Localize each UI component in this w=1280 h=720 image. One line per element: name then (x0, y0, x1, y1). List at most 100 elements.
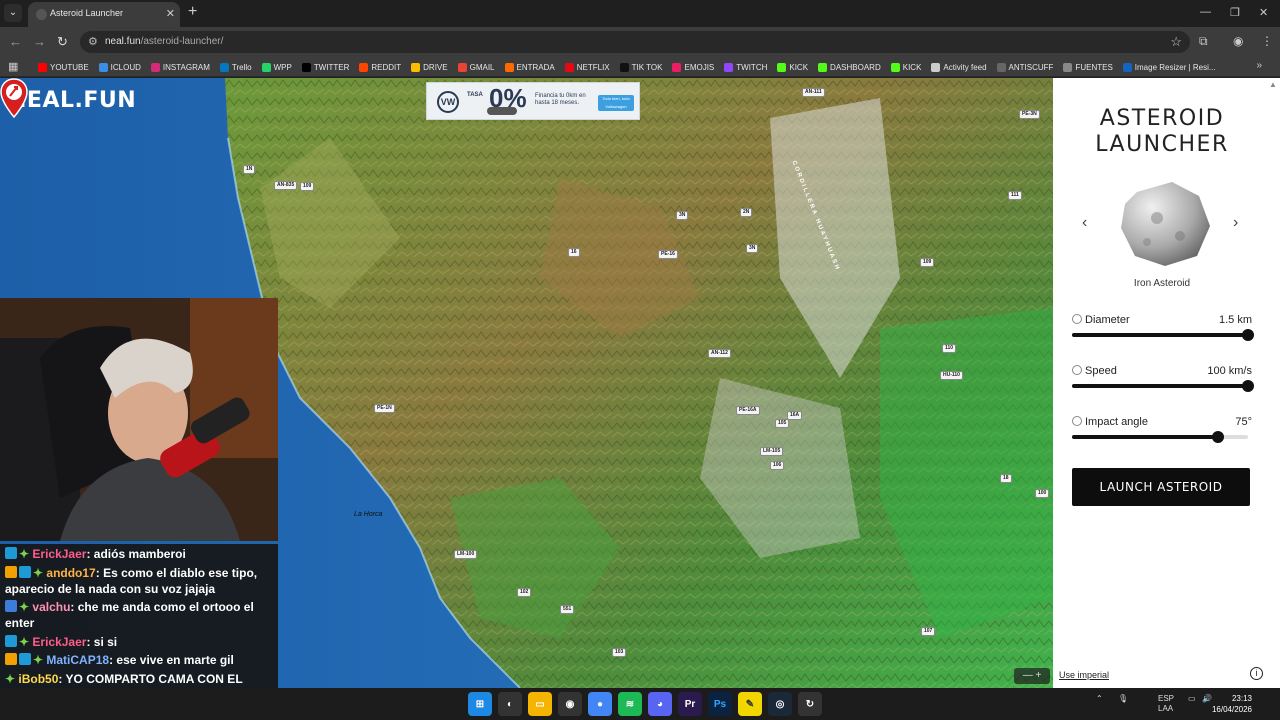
chat-username[interactable]: valchu (32, 600, 70, 614)
slider-thumb[interactable] (1242, 329, 1254, 341)
forward-icon[interactable]: → (33, 34, 46, 49)
road-shield: 109 (920, 258, 935, 267)
start-menu-icon[interactable]: ⊞ (468, 692, 492, 716)
bookmark-item[interactable]: KICK (890, 62, 921, 72)
back-icon[interactable]: ← (9, 34, 22, 49)
bookmark-item[interactable]: FUENTES (1063, 62, 1113, 72)
tab-active[interactable]: Asteroid Launcher ✕ (28, 2, 180, 27)
microphone-icon[interactable]: 🎙 (1118, 694, 1128, 703)
previous-asteroid-button[interactable]: ‹ (1082, 214, 1087, 232)
spotify-icon[interactable]: ≋ (618, 692, 642, 716)
premiere-icon[interactable]: Pr (678, 692, 702, 716)
reload-icon[interactable]: ↻ (57, 34, 68, 50)
network-icon[interactable]: ▭ (1188, 694, 1196, 703)
bookmark-item[interactable]: EMOJIS (672, 62, 714, 72)
bookmark-item[interactable]: WPP (261, 62, 292, 72)
address-bar[interactable]: ⚙ neal.fun/asteroid-launcher/ ☆ (80, 31, 1190, 53)
bookmark-item[interactable]: INSTAGRAM (150, 62, 210, 72)
bookmark-item[interactable]: DRIVE (411, 62, 448, 72)
bookmark-item[interactable]: TWITCH (724, 62, 767, 72)
chrome-icon[interactable]: ● (588, 692, 612, 716)
new-tab-icon[interactable]: + (188, 4, 197, 20)
language-indicator[interactable]: ESP LAA (1158, 694, 1174, 714)
chat-badge-icon (19, 565, 31, 578)
road-shield: 3N (676, 211, 689, 220)
chat-badge-icon (19, 653, 31, 665)
bookmark-item[interactable]: Trello (219, 62, 252, 72)
bookmark-item[interactable]: ANTISCUFF (996, 62, 1053, 72)
verified-badge-icon: ✦ (33, 565, 47, 580)
maximize-icon[interactable]: ❐ (1230, 6, 1240, 19)
impact-location-pin-icon[interactable] (0, 78, 28, 118)
next-asteroid-button[interactable]: › (1233, 214, 1238, 232)
slider-thumb[interactable] (1242, 380, 1254, 392)
bookmark-item[interactable]: ICLOUD (98, 62, 141, 72)
advertisement-banner[interactable]: VW TASA 0% Financia tu 0km en hasta 18 m… (426, 82, 640, 120)
chat-username[interactable]: MatiCAP18 (46, 653, 109, 667)
slider-track[interactable] (1072, 431, 1248, 443)
bookmark-star-icon[interactable]: ☆ (1170, 34, 1182, 50)
window-close-icon[interactable]: ✕ (1259, 6, 1268, 19)
bookmark-item[interactable]: KICK (777, 62, 808, 72)
close-icon[interactable]: ✕ (166, 7, 175, 20)
file-explorer-icon[interactable]: ▭ (528, 692, 552, 716)
obs-icon[interactable]: ◉ (558, 692, 582, 716)
app-icon[interactable]: ↻ (798, 692, 822, 716)
extensions-icon[interactable]: ⧉ (1199, 34, 1208, 49)
tab-search-icon[interactable]: ⌄ (4, 4, 22, 22)
use-imperial-link[interactable]: Use imperial (1059, 670, 1109, 680)
bookmark-item[interactable]: Image Resizer | Resi... (1122, 62, 1216, 72)
slider-track[interactable] (1072, 329, 1254, 341)
bookmark-item[interactable]: REDDIT (359, 62, 401, 72)
widgets-icon[interactable]: ◐ (498, 692, 522, 716)
bookmark-item[interactable]: TIK TOK (619, 62, 662, 72)
bookmark-favicon-icon (98, 62, 108, 72)
photoshop-icon[interactable]: Ps (708, 692, 732, 716)
bookmarks-bar: ▦ YOUTUBE ICLOUD INSTAGRAM Trello WPP TWITTER… (0, 57, 1280, 77)
chat-username[interactable]: ErickJaer (32, 547, 86, 561)
asteroid-name: Iron Asteroid (1133, 278, 1191, 289)
site-info-icon[interactable]: ⚙ (88, 35, 98, 48)
bookmark-item[interactable]: ENTRADA (504, 62, 555, 72)
ad-cta-button[interactable]: Todo bien, todo Volkswagen (598, 95, 634, 111)
slider-thumb[interactable] (1212, 431, 1225, 443)
more-bookmarks-icon[interactable]: » (1256, 60, 1262, 71)
bookmark-favicon-icon (619, 62, 629, 72)
terrain-map[interactable]: NEAL.FUN VW TASA 0% Financia tu 0km en h… (0, 78, 1053, 688)
launch-asteroid-button[interactable]: LAUNCH ASTEROID (1072, 468, 1250, 506)
discord-icon[interactable]: ◕ (648, 692, 672, 716)
profile-icon[interactable]: ◉ (1233, 34, 1243, 48)
road-shield: 551 (560, 605, 575, 614)
bookmark-item[interactable]: NETFLIX (564, 62, 610, 72)
volume-icon[interactable]: 🔊 (1202, 694, 1212, 703)
tray-overflow-icon[interactable]: ⌃ (1096, 694, 1103, 703)
minimize-icon[interactable]: — (1200, 6, 1211, 18)
map-zoom-controls[interactable]: — + (1014, 668, 1050, 684)
bookmark-item[interactable]: DASHBOARD (818, 62, 881, 72)
system-clock[interactable]: 23:13 16/04/2026 (1212, 693, 1252, 715)
chat-badge-icon (5, 600, 17, 612)
bookmark-item[interactable]: Activity feed (931, 62, 987, 72)
bookmark-item[interactable]: GMAIL (457, 62, 495, 72)
slider-fill (1072, 333, 1248, 337)
road-shield: 107 (921, 627, 936, 636)
bookmark-favicon-icon (931, 62, 941, 72)
road-shield: 106 (770, 461, 785, 470)
road-shield: PE-16A (736, 406, 760, 415)
info-icon[interactable]: i (1250, 667, 1263, 680)
bookmark-favicon-icon (890, 62, 900, 72)
scroll-up-icon[interactable]: ▲ (1269, 80, 1277, 89)
ad-tasa-label: TASA (467, 92, 483, 98)
apps-grid-icon[interactable]: ▦ (8, 60, 18, 73)
chat-username[interactable]: anddo17 (46, 566, 95, 580)
bookmark-item[interactable]: TWITTER (301, 62, 349, 72)
page: NEAL.FUN VW TASA 0% Financia tu 0km en h… (0, 78, 1280, 688)
bookmark-label: ICLOUD (110, 62, 141, 72)
chat-username[interactable]: ErickJaer (32, 635, 86, 649)
notes-icon[interactable]: ✎ (738, 692, 762, 716)
slider-track[interactable] (1072, 380, 1254, 392)
chat-username[interactable]: iBob50 (18, 672, 58, 686)
bookmark-item[interactable]: YOUTUBE (38, 62, 89, 72)
steam-icon[interactable]: ◎ (768, 692, 792, 716)
menu-icon[interactable]: ⋮ (1261, 34, 1273, 48)
